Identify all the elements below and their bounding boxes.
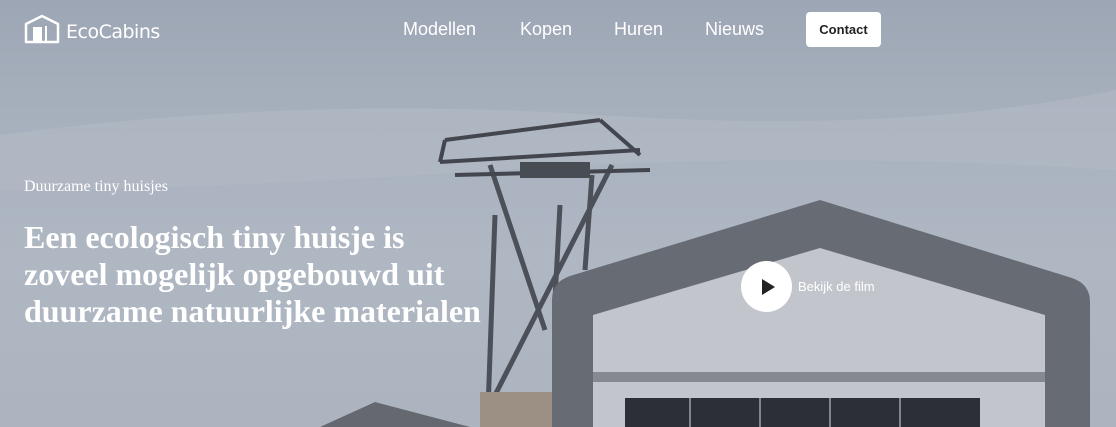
nav-modellen[interactable]: Modellen bbox=[403, 19, 476, 40]
top-navbar: EcoCabins Modellen Kopen Huren Nieuws Co… bbox=[0, 0, 1116, 60]
watch-film-label[interactable]: Bekijk de film bbox=[798, 279, 875, 294]
hero-headline: Een ecologisch tiny huisje is zoveel mog… bbox=[24, 219, 481, 329]
brand-name: EcoCabins bbox=[66, 20, 160, 43]
watch-film-control[interactable]: Bekijk de film bbox=[741, 261, 875, 312]
contact-button[interactable]: Contact bbox=[806, 12, 881, 47]
play-icon[interactable] bbox=[741, 261, 792, 312]
hero-section bbox=[0, 0, 1116, 427]
nav-huren[interactable]: Huren bbox=[614, 19, 663, 40]
hero-subtitle: Duurzame tiny huisjes bbox=[24, 178, 168, 195]
nav-kopen[interactable]: Kopen bbox=[520, 19, 572, 40]
brand-logo[interactable]: EcoCabins bbox=[24, 14, 160, 49]
cabin-icon bbox=[24, 14, 60, 49]
nav-nieuws[interactable]: Nieuws bbox=[705, 19, 764, 40]
